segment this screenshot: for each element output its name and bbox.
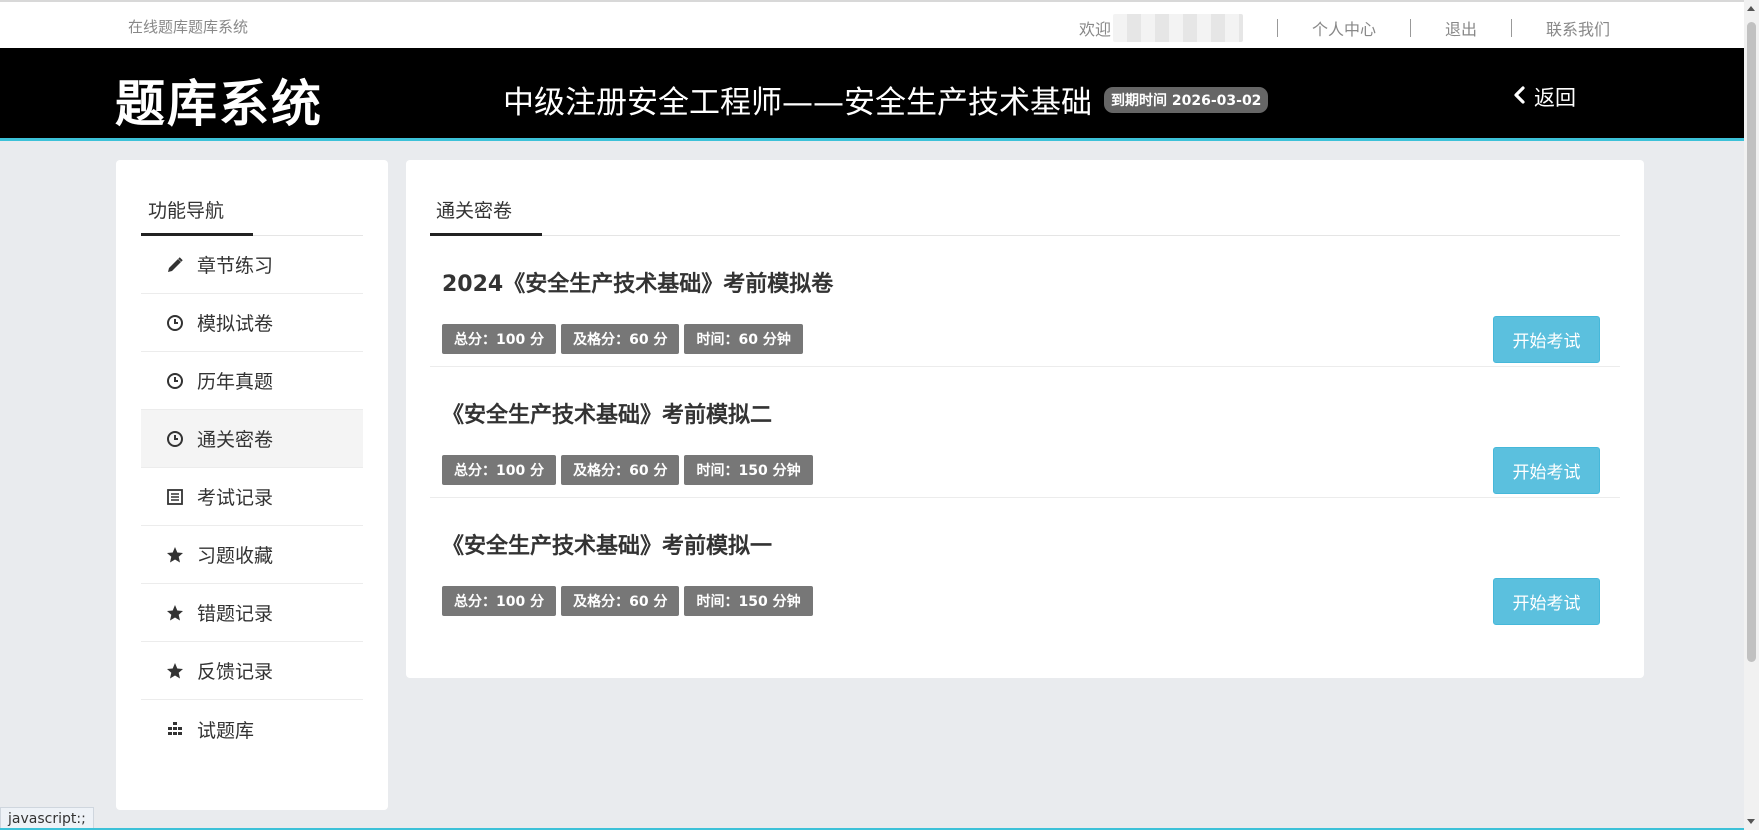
status-link-preview: javascript:; <box>0 807 94 830</box>
divider <box>1510 19 1512 37</box>
pass-score-tag: 及格分：60 分 <box>561 455 680 485</box>
sidebar-item-label: 通关密卷 <box>197 429 274 451</box>
tab-secret-papers[interactable]: 通关密卷 <box>430 160 1620 236</box>
sidebar-item-label: 反馈记录 <box>197 661 274 683</box>
sidebar-title-text: 功能导航 <box>148 200 225 222</box>
time-tag: 时间：150 分钟 <box>684 586 813 616</box>
top-links: 欢迎 个人中心 退出 联系我们 <box>1079 14 1610 42</box>
chevron-left-icon <box>1512 85 1526 110</box>
divider <box>1409 19 1411 37</box>
sidebar-title: 功能导航 <box>141 160 363 236</box>
sidebar-item-label: 模拟试卷 <box>197 313 274 335</box>
sidebar-item-mock-exam[interactable]: 模拟试卷 <box>141 294 363 352</box>
scrollbar-thumb[interactable] <box>1747 22 1756 662</box>
start-exam-button[interactable]: 开始考试 <box>1493 578 1600 625</box>
paper-tags: 总分：100 分 及格分：60 分 时间：150 分钟 <box>442 586 813 616</box>
main-panel: 通关密卷 2024《安全生产技术基础》考前模拟卷 总分：100 分 及格分：60… <box>406 160 1644 678</box>
course-title: 中级注册安全工程师——安全生产技术基础 <box>503 85 1092 121</box>
clock-icon <box>165 371 185 391</box>
total-score-tag: 总分：100 分 <box>442 324 557 354</box>
sidebar: 功能导航 章节练习 模拟试卷 历年真题 通关密卷 考试记录 习题收藏 错题记录 … <box>116 160 388 810</box>
sidebar-item-question-bank[interactable]: 试题库 <box>141 700 363 758</box>
sidebar-item-feedback[interactable]: 反馈记录 <box>141 642 363 700</box>
paper-title: 《安全生产技术基础》考前模拟一 <box>442 534 773 559</box>
scroll-up-icon[interactable] <box>1747 6 1755 11</box>
list-alt-icon <box>165 487 185 507</box>
sidebar-item-label: 错题记录 <box>197 603 274 625</box>
start-exam-button[interactable]: 开始考试 <box>1493 316 1600 363</box>
paper-title: 《安全生产技术基础》考前模拟二 <box>442 403 773 428</box>
tasks-icon <box>165 719 185 739</box>
scroll-down-icon[interactable] <box>1747 819 1755 824</box>
time-tag: 时间：60 分钟 <box>684 324 803 354</box>
paper-tags: 总分：100 分 及格分：60 分 时间：60 分钟 <box>442 324 803 354</box>
pass-score-tag: 及格分：60 分 <box>561 586 680 616</box>
sidebar-item-wrong-answers[interactable]: 错题记录 <box>141 584 363 642</box>
star-icon <box>165 661 185 681</box>
course-heading: 中级注册安全工程师——安全生产技术基础 到期时间 2026-03-02 <box>503 77 1269 122</box>
paper-title: 2024《安全生产技术基础》考前模拟卷 <box>442 272 834 297</box>
profile-link[interactable]: 个人中心 <box>1312 16 1376 40</box>
pencil-icon <box>165 255 185 275</box>
total-score-tag: 总分：100 分 <box>442 455 557 485</box>
start-exam-button[interactable]: 开始考试 <box>1493 447 1600 494</box>
header: 题库系统 中级注册安全工程师——安全生产技术基础 到期时间 2026-03-02… <box>0 48 1744 141</box>
clock-icon <box>165 429 185 449</box>
contact-link[interactable]: 联系我们 <box>1546 16 1610 40</box>
sidebar-item-past-exams[interactable]: 历年真题 <box>141 352 363 410</box>
star-icon <box>165 545 185 565</box>
clock-icon <box>165 313 185 333</box>
sidebar-item-label: 试题库 <box>197 719 255 742</box>
pass-score-tag: 及格分：60 分 <box>561 324 680 354</box>
time-tag: 时间：150 分钟 <box>684 455 813 485</box>
sidebar-item-label: 考试记录 <box>197 487 274 509</box>
sidebar-item-secret-papers[interactable]: 通关密卷 <box>141 410 363 468</box>
sidebar-item-chapter-practice[interactable]: 章节练习 <box>141 236 363 294</box>
sidebar-item-label: 历年真题 <box>197 371 274 393</box>
logout-link[interactable]: 退出 <box>1445 16 1477 40</box>
star-icon <box>165 603 185 623</box>
logo: 题库系统 <box>115 75 323 133</box>
top-bar: 在线题库题库系统 欢迎 个人中心 退出 联系我们 <box>0 0 1744 48</box>
total-score-tag: 总分：100 分 <box>442 586 557 616</box>
sidebar-item-favorites[interactable]: 习题收藏 <box>141 526 363 584</box>
expiry-badge: 到期时间 2026-03-02 <box>1104 86 1269 113</box>
back-button[interactable]: 返回 <box>1512 82 1576 112</box>
back-label: 返回 <box>1534 86 1576 110</box>
tab-label: 通关密卷 <box>436 200 513 222</box>
welcome-text: 欢迎 <box>1079 14 1243 42</box>
sidebar-item-label: 章节练习 <box>197 255 274 277</box>
site-name: 在线题库题库系统 <box>128 18 249 36</box>
sidebar-item-label: 习题收藏 <box>197 545 274 567</box>
paper-item: 《安全生产技术基础》考前模拟一 总分：100 分 及格分：60 分 时间：150… <box>430 498 1620 629</box>
username-redacted <box>1112 14 1243 42</box>
paper-item: 《安全生产技术基础》考前模拟二 总分：100 分 及格分：60 分 时间：150… <box>430 367 1620 498</box>
page-scrollbar[interactable] <box>1744 0 1759 830</box>
divider <box>1276 19 1278 37</box>
welcome-label: 欢迎 <box>1078 20 1111 39</box>
paper-tags: 总分：100 分 及格分：60 分 时间：150 分钟 <box>442 455 813 485</box>
sidebar-item-exam-records[interactable]: 考试记录 <box>141 468 363 526</box>
paper-item: 2024《安全生产技术基础》考前模拟卷 总分：100 分 及格分：60 分 时间… <box>430 236 1620 367</box>
